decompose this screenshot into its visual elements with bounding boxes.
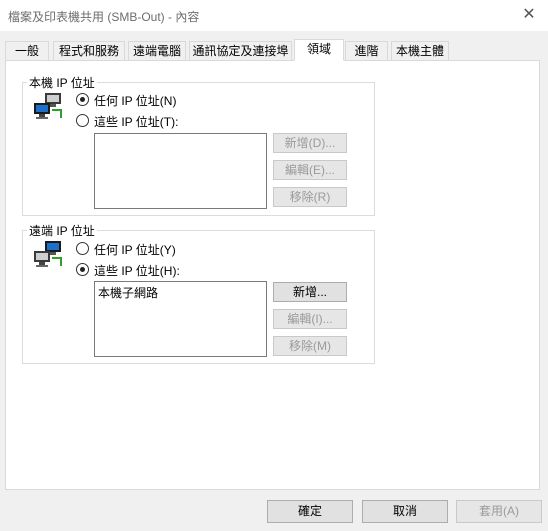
remote-these-ip-label[interactable]: 這些 IP 位址(H): (94, 262, 180, 279)
local-any-ip-radio[interactable] (76, 93, 89, 106)
local-these-ip-radio[interactable] (76, 114, 89, 127)
remote-add-button[interactable]: 新增... (273, 282, 347, 302)
remote-these-ip-radio[interactable] (76, 263, 89, 276)
radio-selected-dot (80, 97, 85, 102)
cancel-button[interactable]: 取消 (362, 500, 448, 523)
window-title: 檔案及印表機共用 (SMB-Out) - 內容 (8, 10, 200, 24)
close-icon[interactable]: ✕ (518, 4, 540, 26)
apply-button[interactable]: 套用(A) (456, 500, 542, 523)
local-remove-button[interactable]: 移除(R) (273, 187, 347, 207)
tab-general[interactable]: 一般 (5, 41, 49, 60)
local-ip-list[interactable] (94, 133, 267, 209)
network-computers-icon (34, 241, 62, 267)
tab-programs-services[interactable]: 程式和服務 (53, 41, 125, 60)
tab-panel-scope: 本機 IP 位址 任何 IP 位址(N) 這些 IP 位址(T): 新增(D).… (5, 60, 540, 490)
remote-any-ip-radio[interactable] (76, 242, 89, 255)
local-these-ip-label[interactable]: 這些 IP 位址(T): (94, 113, 178, 130)
remote-remove-button[interactable]: 移除(M) (273, 336, 347, 356)
tab-local-principals[interactable]: 本機主體 (391, 41, 449, 60)
remote-any-ip-label[interactable]: 任何 IP 位址(Y) (94, 241, 176, 258)
remote-ip-list[interactable]: 本機子網路 (94, 281, 267, 357)
radio-selected-dot (80, 267, 85, 272)
ok-button[interactable]: 確定 (267, 500, 353, 523)
tab-remote-computers[interactable]: 遠端電腦 (128, 41, 186, 60)
tab-protocols-ports[interactable]: 通訊協定及連接埠 (189, 41, 292, 60)
title-bar: 檔案及印表機共用 (SMB-Out) - 內容 ✕ (0, 0, 548, 31)
local-add-button[interactable]: 新增(D)... (273, 133, 347, 153)
list-item[interactable]: 本機子網路 (98, 284, 158, 301)
remote-ip-group-title: 遠端 IP 位址 (27, 222, 97, 239)
local-any-ip-label[interactable]: 任何 IP 位址(N) (94, 92, 176, 109)
local-ip-group-title: 本機 IP 位址 (27, 74, 97, 91)
network-computers-icon (34, 93, 62, 119)
local-edit-button[interactable]: 編輯(E)... (273, 160, 347, 180)
remote-edit-button[interactable]: 編輯(I)... (273, 309, 347, 329)
tab-scope[interactable]: 領域 (294, 39, 344, 61)
tab-advanced[interactable]: 進階 (345, 41, 388, 60)
